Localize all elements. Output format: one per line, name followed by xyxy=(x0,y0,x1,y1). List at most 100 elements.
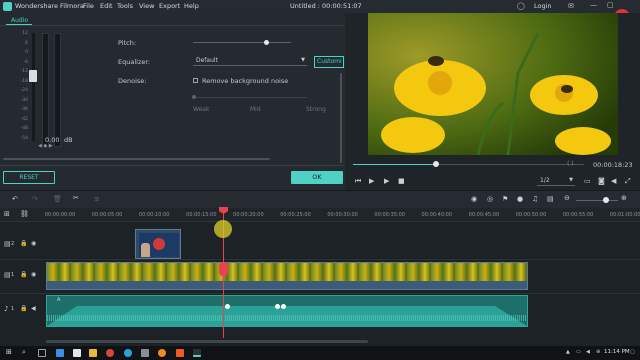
store-icon[interactable] xyxy=(73,349,81,357)
zoom-slider-track[interactable] xyxy=(576,200,618,201)
mail-app-icon[interactable] xyxy=(56,349,64,357)
add-track-icon[interactable]: ⊞ xyxy=(4,211,10,218)
snapshot-icon[interactable]: ◙ xyxy=(598,178,605,185)
zoom-out-icon[interactable]: ⊖ xyxy=(564,195,570,202)
tray-chevron-icon[interactable]: ▲ xyxy=(566,350,570,355)
taskbar-search-icon[interactable]: ⌕ xyxy=(22,349,26,356)
pitch-slider-knob[interactable] xyxy=(264,40,269,45)
stop-icon[interactable]: ■ xyxy=(398,178,405,185)
menu-file[interactable]: File xyxy=(83,2,94,10)
timeline-toolbar: ↶ ↷ 🗑 ✂ ≡ ◉ ◎ ⚑ ● ♫ ▤ ⊖ ⊕ xyxy=(0,190,640,208)
track-header-audio-1: ♪ 1 🔒 ◀ xyxy=(0,294,44,329)
remove-noise-checkbox[interactable] xyxy=(193,78,198,83)
meter-scale-label: 0 xyxy=(25,50,28,55)
redo-icon[interactable]: ↷ xyxy=(32,196,38,203)
equalizer-select[interactable]: Default ▼ xyxy=(193,56,307,66)
menu-view[interactable]: View xyxy=(139,2,154,10)
zoom-in-icon[interactable]: ⊕ xyxy=(621,195,627,202)
chrome-icon[interactable] xyxy=(106,349,114,357)
monitor-icon[interactable]: ▭ xyxy=(584,178,591,185)
mail-icon[interactable]: ✉ xyxy=(568,3,574,10)
speaker-icon[interactable]: ◀ xyxy=(31,306,36,312)
eye-icon[interactable]: ◉ xyxy=(31,241,36,247)
pitch-slider-track[interactable] xyxy=(193,42,291,43)
tab-audio-label: Audio xyxy=(11,17,29,24)
file-explorer-icon[interactable] xyxy=(89,349,97,357)
windows-start-icon[interactable]: ⊞ xyxy=(6,349,12,356)
tray-volume-icon[interactable]: ◀ xyxy=(586,350,590,355)
record-voice-icon[interactable]: ● xyxy=(517,196,523,203)
network-icon[interactable]: ▭ xyxy=(576,350,581,355)
clip-filmstrip xyxy=(47,263,527,281)
brave-icon[interactable] xyxy=(176,349,184,357)
lock-icon[interactable]: 🔒 xyxy=(20,272,27,278)
adjust-icon[interactable]: ≡ xyxy=(94,196,100,203)
settings-app-icon[interactable] xyxy=(141,349,149,357)
zoom-slider-knob[interactable] xyxy=(603,197,609,203)
menu-export[interactable]: Export xyxy=(159,2,180,10)
fullscreen-icon[interactable]: ⤢ xyxy=(625,178,631,185)
audio-mixer-icon[interactable]: ♫ xyxy=(532,196,538,203)
preview-panel: ⟨ ⟩ 00:00:18:23 ⏮ ▶ ▶ ■ 1/2 ▼ ▭ ◙ ◀ ⤢ xyxy=(345,13,640,190)
firefox-icon[interactable] xyxy=(158,349,166,357)
marker-icon[interactable]: ⚑ xyxy=(502,196,508,203)
maximize-icon[interactable]: ▢ xyxy=(607,2,614,9)
task-view-icon[interactable] xyxy=(38,349,46,357)
mark-brackets-icon[interactable]: ⟨ ⟩ xyxy=(567,161,574,167)
quality-select[interactable]: 1/2 ▼ xyxy=(537,176,575,186)
ruler-tick-label: 00:00:45:00 xyxy=(468,212,500,218)
audio-clip[interactable]: A xyxy=(46,295,528,327)
ruler-tick-label: 00:00:20:00 xyxy=(233,212,264,218)
ruler-tick-label: 00:00:40:00 xyxy=(421,212,453,218)
horizontal-scrollbar[interactable] xyxy=(3,158,270,160)
meter-nav-icon[interactable]: ◀ ◆ ▶ xyxy=(38,144,53,149)
edge-icon[interactable] xyxy=(124,349,132,357)
login-link[interactable]: Login xyxy=(534,2,552,10)
menu-edit[interactable]: Edit xyxy=(100,2,113,10)
filmora-taskbar-icon[interactable] xyxy=(193,349,201,357)
language-icon[interactable]: ⊕ xyxy=(596,350,600,355)
minimize-icon[interactable]: — xyxy=(590,2,597,9)
notification-icon[interactable]: ▢ xyxy=(630,350,635,355)
lock-icon[interactable]: 🔒 xyxy=(20,241,27,247)
volume-fader-track[interactable] xyxy=(32,33,35,141)
split-screen-icon[interactable]: ▤ xyxy=(547,196,554,203)
undo-icon[interactable]: ↶ xyxy=(12,196,18,203)
thumbnail-logo xyxy=(153,238,165,250)
track-number: 1 xyxy=(11,306,15,312)
denoise-strong: Strong xyxy=(306,106,326,113)
video-clip-main[interactable] xyxy=(46,262,528,290)
menu-help[interactable]: Help xyxy=(184,2,199,10)
customize-button[interactable]: Customi xyxy=(314,56,344,68)
cut-icon[interactable]: ✂ xyxy=(73,195,79,202)
lock-icon[interactable]: 🔒 xyxy=(20,306,27,312)
volume-keyframe[interactable] xyxy=(225,304,230,309)
render-icon[interactable]: ◉ xyxy=(471,196,477,203)
ok-button[interactable]: OK xyxy=(291,171,343,184)
timeline-ruler[interactable]: ⊞ ⛓ 00:00:00:00 00:00:05:00 00:00:10:00 00:… xyxy=(0,208,640,222)
link-icon[interactable]: ⛓ xyxy=(20,211,29,218)
play-from-start-icon[interactable]: ▶ xyxy=(369,178,374,185)
reset-button[interactable]: RESET xyxy=(3,171,55,184)
tab-audio[interactable]: Audio xyxy=(6,16,32,25)
ruler-tick-label: 00:00:55:00 xyxy=(562,212,594,218)
menu-tools[interactable]: Tools xyxy=(117,2,133,10)
timeline-h-scrollbar[interactable] xyxy=(46,340,368,343)
delete-icon[interactable]: 🗑 xyxy=(53,196,62,203)
volume-keyframe[interactable] xyxy=(275,304,280,309)
play-icon[interactable]: ▶ xyxy=(384,178,389,185)
ruler-tick-label: 00:00:10:00 xyxy=(138,212,170,218)
eye-icon[interactable]: ◉ xyxy=(31,272,36,278)
vertical-scrollbar[interactable] xyxy=(340,73,342,163)
account-icon[interactable]: ◯ xyxy=(517,3,525,10)
volume-keyframe[interactable] xyxy=(281,304,286,309)
step-back-icon[interactable]: ⏮ xyxy=(355,178,361,185)
video-clip-overlay[interactable] xyxy=(135,229,181,259)
mask-icon[interactable]: ◎ xyxy=(487,196,493,203)
volume-icon[interactable]: ◀ xyxy=(611,178,616,185)
track-header-video-1: ▤ 1 🔒 ◉ xyxy=(0,260,44,293)
preview-progress-knob[interactable] xyxy=(433,161,440,167)
ruler-tick-label: 00:00:05:00 xyxy=(91,212,123,218)
quality-chevron-icon: ▼ xyxy=(569,177,573,183)
volume-fader-handle[interactable] xyxy=(29,70,37,82)
